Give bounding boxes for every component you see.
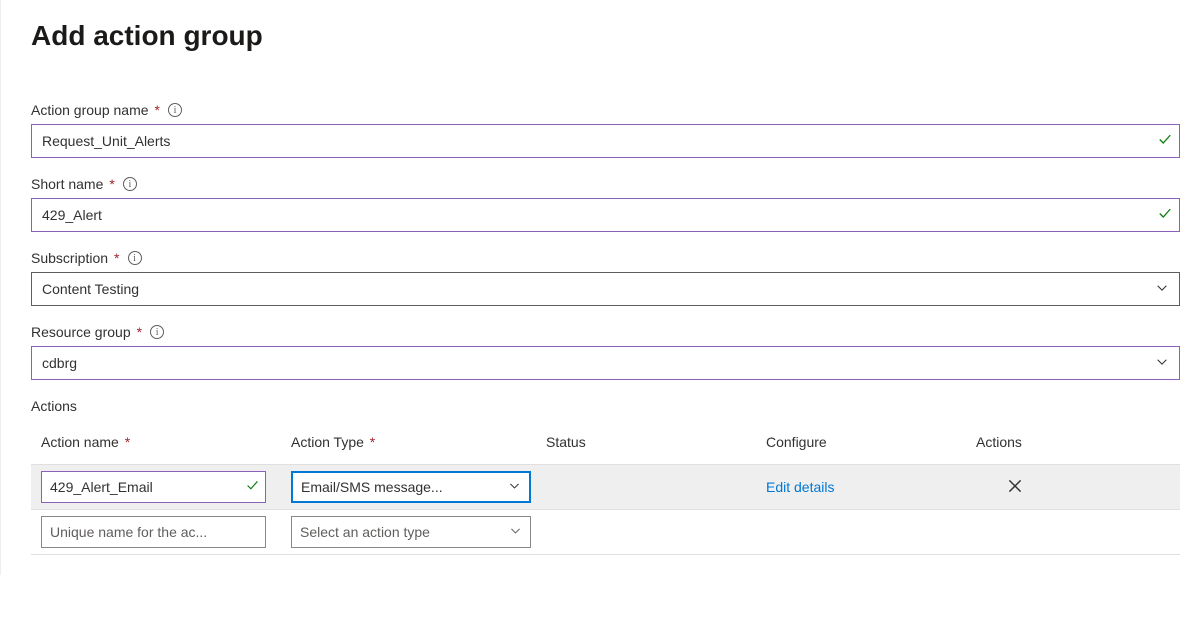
chevron-down-icon xyxy=(508,479,521,495)
action-type-select[interactable]: Email/SMS message... xyxy=(291,471,531,503)
table-header: Action name * Action Type * Status Confi… xyxy=(31,434,1180,464)
field-subscription: Subscription * i Content Testing xyxy=(31,250,1180,306)
page-title: Add action group xyxy=(31,20,1180,52)
col-header-configure: Configure xyxy=(766,434,976,450)
close-icon xyxy=(1006,477,1024,495)
label-text: Resource group xyxy=(31,324,131,340)
col-header-status: Status xyxy=(546,434,766,450)
select-value: Content Testing xyxy=(42,281,139,297)
edit-details-link[interactable]: Edit details xyxy=(766,479,834,495)
action-name-input[interactable] xyxy=(50,524,237,540)
resource-group-select[interactable]: cdbrg xyxy=(31,346,1180,380)
select-placeholder: Select an action type xyxy=(300,524,430,540)
label-text: Action group name xyxy=(31,102,149,118)
delete-button[interactable] xyxy=(976,477,1024,495)
chevron-down-icon xyxy=(509,524,522,540)
field-short-name: Short name * i xyxy=(31,176,1180,232)
table-row: Email/SMS message... Edit details xyxy=(31,464,1180,510)
short-name-input[interactable] xyxy=(31,198,1180,232)
chevron-down-icon xyxy=(1155,355,1169,372)
subscription-select[interactable]: Content Testing xyxy=(31,272,1180,306)
label-text: Subscription xyxy=(31,250,108,266)
check-icon xyxy=(246,479,259,495)
action-type-select[interactable]: Select an action type xyxy=(291,516,531,548)
action-group-name-input[interactable] xyxy=(31,124,1180,158)
header-text: Action Type xyxy=(291,434,364,450)
label-action-group-name: Action group name * i xyxy=(31,102,1180,118)
label-text: Short name xyxy=(31,176,103,192)
label-subscription: Subscription * i xyxy=(31,250,1180,266)
label-short-name: Short name * i xyxy=(31,176,1180,192)
action-name-input-wrap xyxy=(41,516,266,548)
required-star: * xyxy=(155,102,160,118)
label-resource-group: Resource group * i xyxy=(31,324,1180,340)
header-text: Action name xyxy=(41,434,119,450)
required-star: * xyxy=(114,250,119,266)
actions-table: Action name * Action Type * Status Confi… xyxy=(31,434,1180,555)
table-row: Select an action type xyxy=(31,510,1180,555)
col-header-name: Action name * xyxy=(41,434,291,450)
col-header-type: Action Type * xyxy=(291,434,546,450)
chevron-down-icon xyxy=(1155,281,1169,298)
required-star: * xyxy=(125,434,130,450)
select-value: Email/SMS message... xyxy=(301,479,443,495)
actions-section-header: Actions xyxy=(31,398,1180,414)
required-star: * xyxy=(137,324,142,340)
required-star: * xyxy=(109,176,114,192)
info-icon[interactable]: i xyxy=(150,325,164,339)
select-value: cdbrg xyxy=(42,355,77,371)
info-icon[interactable]: i xyxy=(128,251,142,265)
field-action-group-name: Action group name * i xyxy=(31,102,1180,158)
action-name-input-wrap xyxy=(41,471,266,503)
field-resource-group: Resource group * i cdbrg xyxy=(31,324,1180,380)
info-icon[interactable]: i xyxy=(168,103,182,117)
required-star: * xyxy=(370,434,375,450)
info-icon[interactable]: i xyxy=(123,177,137,191)
col-header-actions: Actions xyxy=(976,434,1116,450)
action-name-input[interactable] xyxy=(50,479,237,495)
